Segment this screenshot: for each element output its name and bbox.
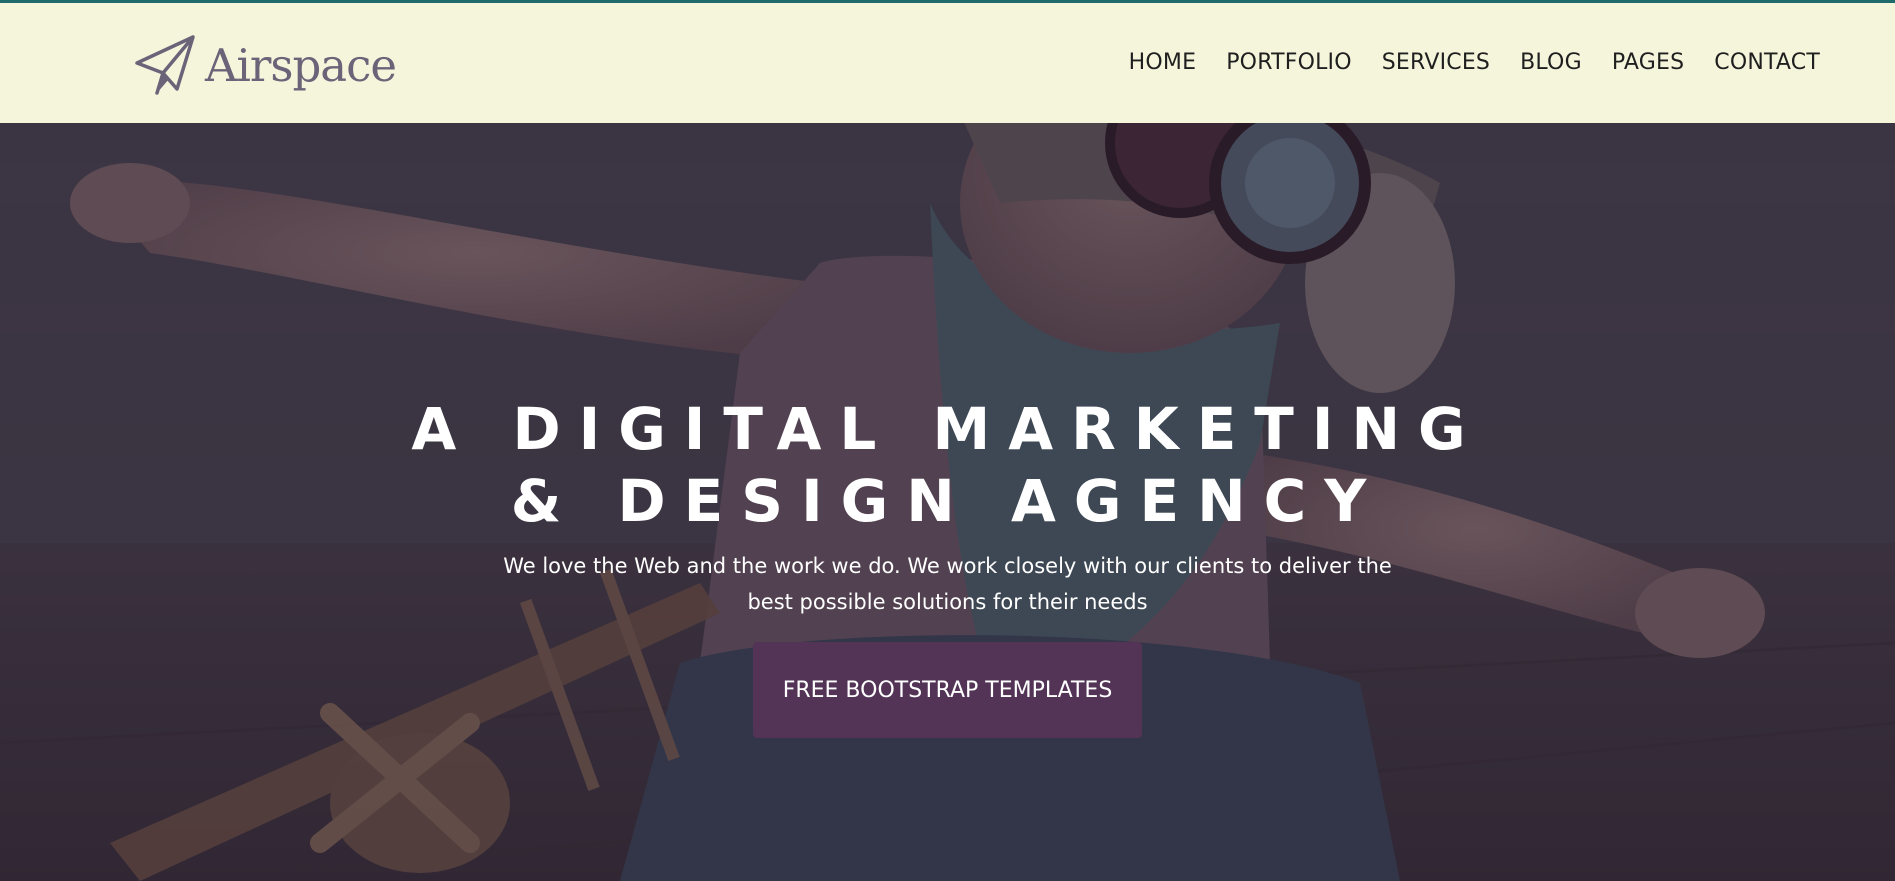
nav-blog[interactable]: BLOG [1520, 50, 1582, 75]
hero-subtitle: We love the Web and the work we do. We w… [503, 554, 1392, 614]
nav-pages[interactable]: PAGES [1612, 50, 1684, 75]
hero-content: A DIGITAL MARKETING & DESIGN AGENCY We l… [0, 123, 1895, 881]
hero-section: A DIGITAL MARKETING & DESIGN AGENCY We l… [0, 123, 1895, 881]
hero-title: A DIGITAL MARKETING & DESIGN AGENCY [400, 393, 1495, 537]
hero-title-line-2: & DESIGN AGENCY [510, 467, 1385, 535]
brand-logo-link[interactable]: Airspace [133, 33, 397, 97]
nav-contact[interactable]: CONTACT [1714, 50, 1820, 75]
hero-title-line-1: A DIGITAL MARKETING [411, 395, 1484, 463]
paper-plane-icon [133, 33, 197, 97]
nav-services[interactable]: SERVICES [1382, 50, 1490, 75]
free-bootstrap-templates-button[interactable]: FREE BOOTSTRAP TEMPLATES [753, 642, 1142, 738]
nav-portfolio[interactable]: PORTFOLIO [1226, 50, 1352, 75]
nav-home[interactable]: HOME [1129, 50, 1197, 75]
navbar: Airspace HOME PORTFOLIO SERVICES BLOG PA… [0, 3, 1895, 123]
main-nav: HOME PORTFOLIO SERVICES BLOG PAGES CONTA… [1099, 50, 1820, 75]
brand-name: Airspace [205, 38, 397, 92]
